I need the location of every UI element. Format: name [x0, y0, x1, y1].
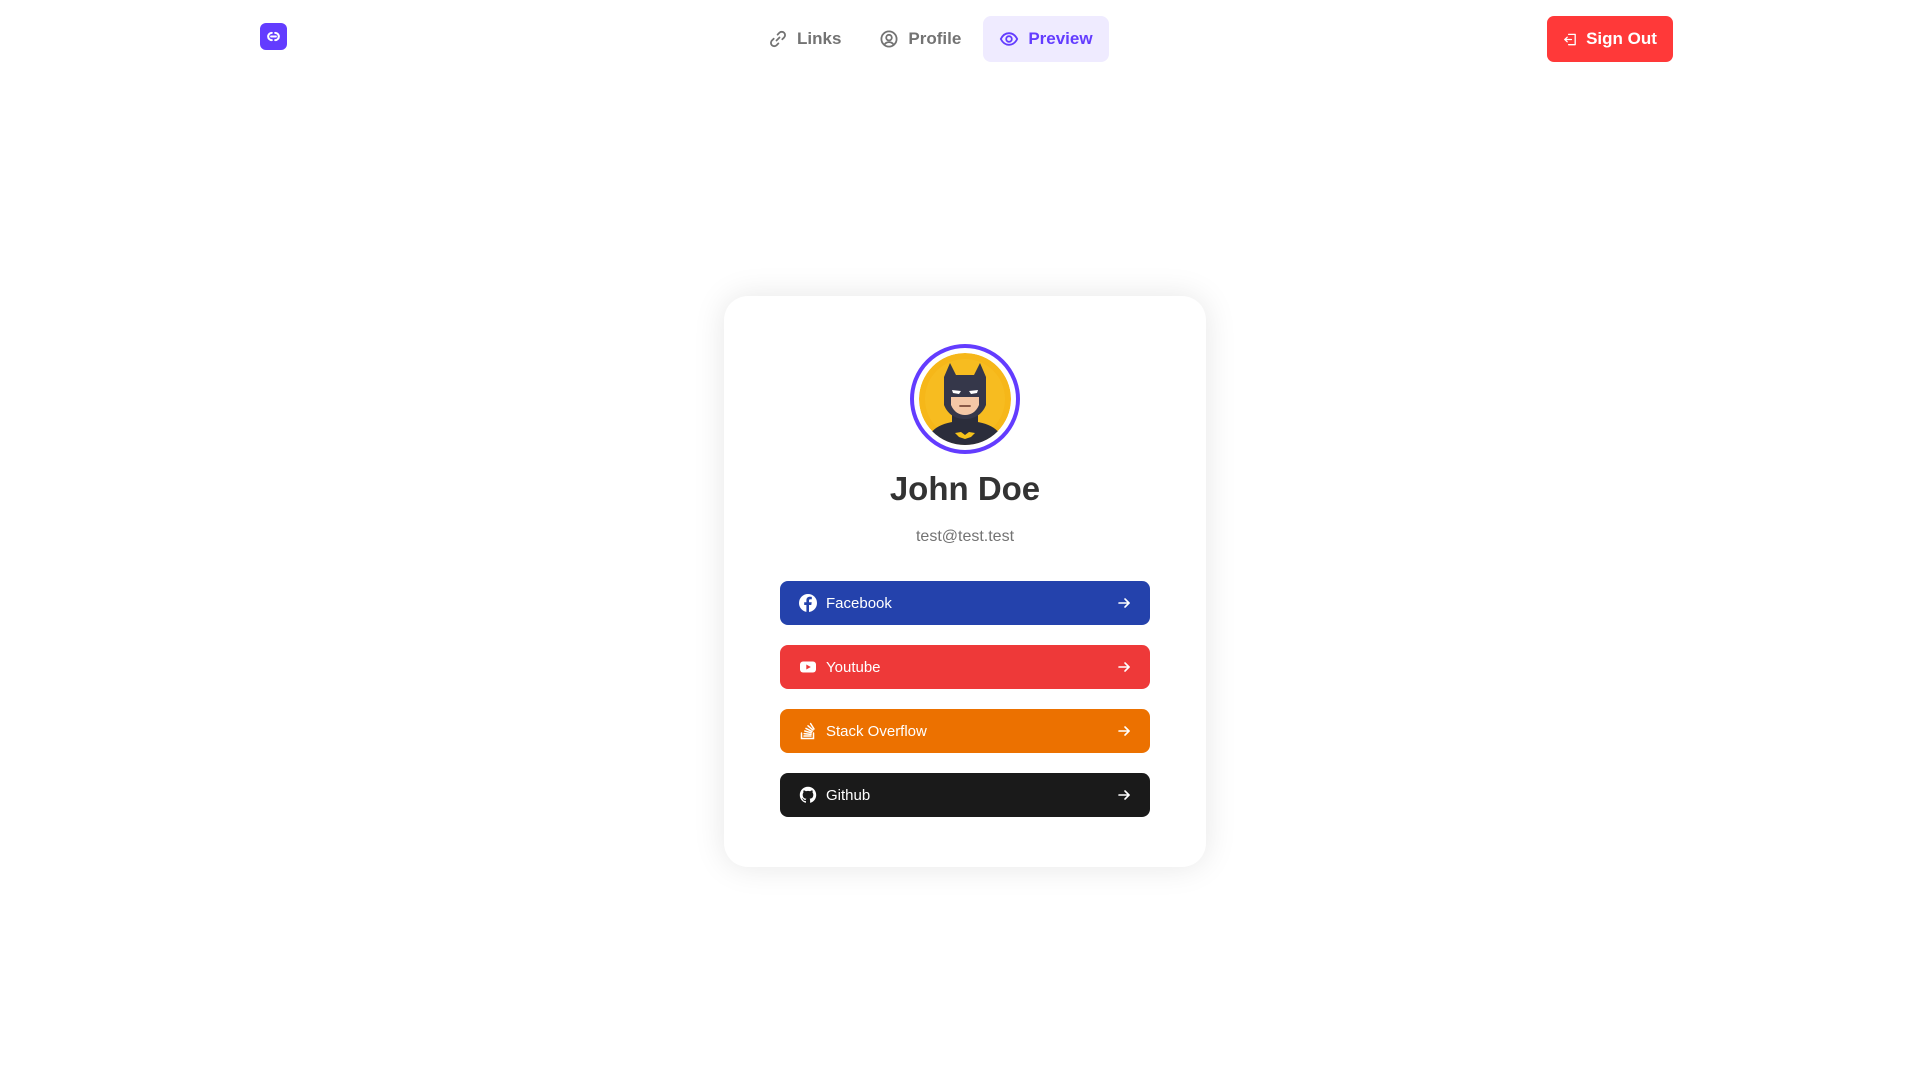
- profile-preview-card: John Doe test@test.test Facebook Youtube…: [724, 296, 1206, 867]
- top-navigation-bar: Links Profile Preview Sign Out: [0, 0, 1920, 78]
- link-icon: [770, 30, 786, 48]
- avatar: [919, 353, 1011, 445]
- tab-links-label: Links: [797, 29, 842, 48]
- tab-preview[interactable]: Preview: [983, 16, 1109, 62]
- arrow-right-icon: [1116, 595, 1132, 611]
- github-icon: [798, 785, 818, 805]
- link-youtube[interactable]: Youtube: [780, 645, 1150, 689]
- sign-out-icon: [1564, 33, 1576, 45]
- profile-name: John Doe: [889, 470, 1041, 507]
- arrow-right-icon: [1116, 787, 1132, 803]
- sign-out-label: Sign Out: [1586, 29, 1657, 48]
- links-list: Facebook Youtube Stack Overflow Github: [780, 581, 1150, 837]
- link-facebook-label: Facebook: [826, 594, 892, 612]
- link-logo-icon: [267, 31, 280, 42]
- sign-out-button[interactable]: Sign Out: [1547, 16, 1673, 62]
- main-tabs: Links Profile Preview: [752, 16, 1109, 62]
- youtube-icon: [798, 657, 818, 677]
- link-stack-overflow[interactable]: Stack Overflow: [780, 709, 1150, 753]
- link-facebook[interactable]: Facebook: [780, 581, 1150, 625]
- app-logo[interactable]: [260, 23, 287, 50]
- link-github-label: Github: [826, 786, 871, 804]
- user-circle-icon: [880, 30, 898, 48]
- link-github[interactable]: Github: [780, 773, 1150, 817]
- tab-links[interactable]: Links: [752, 16, 857, 62]
- stackoverflow-icon: [798, 721, 818, 741]
- tab-profile[interactable]: Profile: [863, 16, 977, 62]
- arrow-right-icon: [1116, 659, 1132, 675]
- link-stack-overflow-label: Stack Overflow: [826, 722, 927, 740]
- tab-profile-label: Profile: [908, 29, 962, 48]
- tab-preview-label: Preview: [1028, 29, 1093, 48]
- facebook-icon: [798, 593, 818, 613]
- avatar-frame: [910, 344, 1020, 454]
- batman-avatar: [919, 353, 1011, 445]
- link-youtube-label: Youtube: [826, 658, 881, 676]
- profile-email: test@test.test: [915, 528, 1015, 545]
- eye-icon: [1000, 32, 1019, 46]
- arrow-right-icon: [1116, 723, 1132, 739]
